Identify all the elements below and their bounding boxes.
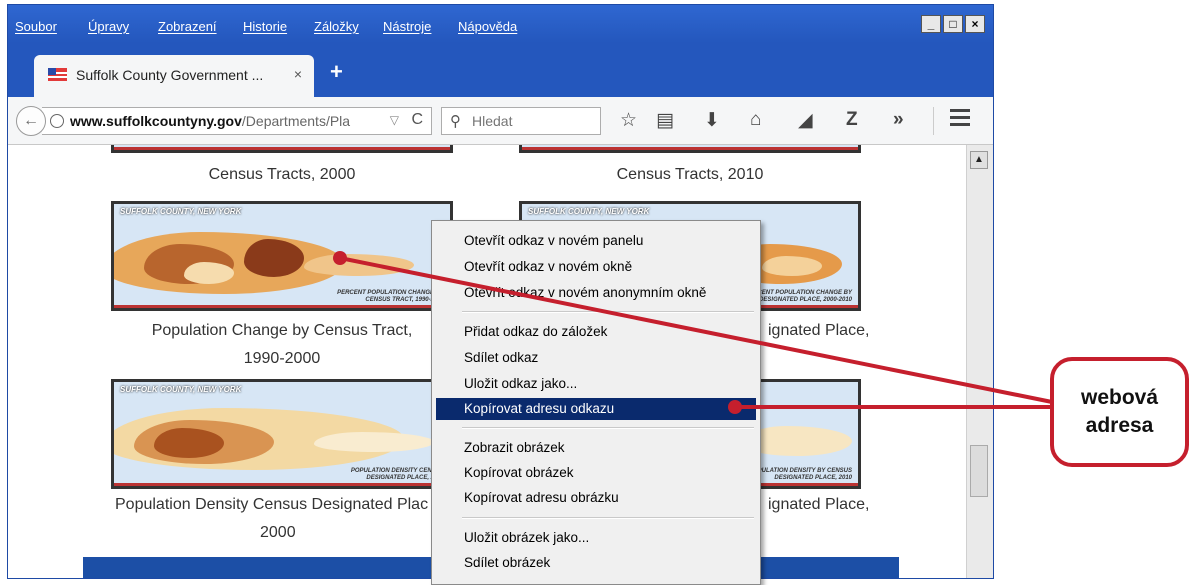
callout-text-2: adresa bbox=[1085, 414, 1154, 437]
callout-lines bbox=[333, 251, 1053, 414]
callout-bubble: webová adresa bbox=[1050, 357, 1189, 467]
callout-line-link bbox=[339, 256, 1053, 404]
callout-text-1: webová bbox=[1080, 386, 1159, 409]
callout-dot-link bbox=[333, 251, 347, 265]
callout-dot-menu bbox=[728, 400, 742, 414]
